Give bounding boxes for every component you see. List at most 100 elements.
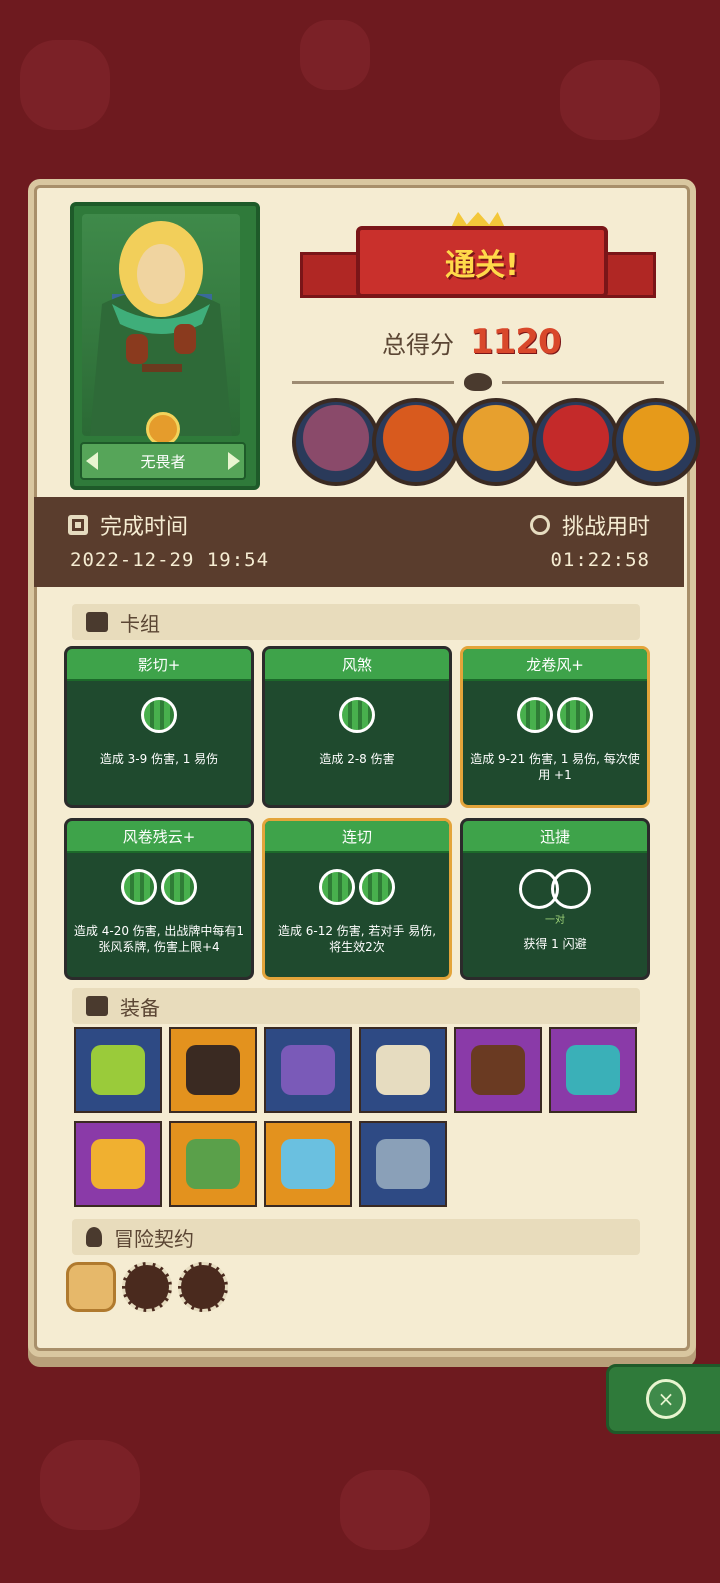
equipment-item[interactable] (264, 1027, 352, 1113)
duration-label: 挑战用时 (561, 515, 650, 540)
equipment-item[interactable] (264, 1121, 352, 1207)
equipment-title: 装备 (120, 995, 160, 1020)
deck-card[interactable]: 风煞造成 2-8 伤害 (262, 646, 452, 808)
equipment-item[interactable] (169, 1027, 257, 1113)
cards-icon (86, 612, 108, 632)
equipment-icon (376, 1139, 430, 1189)
deck-grid: 影切+ 造成 3-9 伤害, 1 易伤 风煞 造成 2-8 伤害 龙卷风+ 造成 9-21… (64, 646, 652, 980)
equipment-icon (471, 1045, 525, 1095)
card-title: 风卷残云+ (67, 821, 251, 853)
card-title: 龙卷风+ (463, 649, 647, 681)
equipment-item[interactable] (549, 1027, 637, 1113)
equipment-item[interactable] (169, 1121, 257, 1207)
equipment-item[interactable] (454, 1027, 542, 1113)
box-icon (86, 996, 108, 1016)
score-value: 1120 (470, 322, 562, 362)
equipment-item[interactable] (359, 1121, 447, 1207)
arrow-right-icon[interactable] (227, 452, 240, 470)
card-cost-orbs (67, 869, 251, 905)
bg-doodle (340, 1470, 430, 1550)
banner-title: 通关! (356, 226, 608, 298)
goblin-contract-icon[interactable] (178, 1262, 228, 1312)
card-description: 造成 2-8 伤害 (319, 752, 395, 766)
card-cost-orbs (463, 869, 647, 909)
card-subtitle: 一对 (545, 915, 565, 926)
boss-portrait-5 (612, 398, 700, 486)
close-button[interactable]: × (606, 1364, 720, 1434)
card-description: 造成 9-21 伤害, 1 易伤, 每次使用 +1 (470, 752, 640, 782)
card-description: 获得 1 闪避 (523, 937, 587, 951)
card-cost-orbs (67, 697, 251, 733)
wind-orb-icon (161, 869, 197, 905)
contracts-header: 冒险契约 (72, 1219, 640, 1255)
boss-portrait-1 (292, 398, 380, 486)
equipment-grid (74, 1027, 637, 1207)
hero-illustration (90, 221, 232, 436)
hero-card: 无畏者 (70, 202, 260, 490)
bg-doodle (40, 1440, 140, 1530)
ornament-divider (292, 372, 664, 392)
horned-helmet-icon (464, 373, 492, 391)
bg-doodle (560, 60, 660, 140)
bg-doodle (20, 40, 110, 130)
victory-banner: 通关! (300, 212, 656, 308)
scroll-contract-icon[interactable] (66, 1262, 116, 1312)
card-description: 造成 3-9 伤害, 1 易伤 (99, 752, 219, 766)
deck-header: 卡组 (72, 604, 640, 640)
deck-card[interactable]: 迅捷 一对 获得 1 闪避 (460, 818, 650, 980)
hero-portrait (82, 214, 240, 436)
boss-portrait-4 (532, 398, 620, 486)
card-cost-orbs (265, 869, 449, 905)
contracts-list (66, 1262, 228, 1312)
equipment-icon (281, 1139, 335, 1189)
empty-orb-icon (551, 869, 591, 909)
wind-orb-icon (121, 869, 157, 905)
boss-portrait-2 (372, 398, 460, 486)
finish-time-label-group: 完成时间 (68, 509, 188, 541)
wind-orb-icon (557, 697, 593, 733)
wind-orb-icon (141, 697, 177, 733)
duration-value: 01:22:58 (550, 549, 650, 571)
equipment-icon (91, 1139, 145, 1189)
deck-title: 卡组 (120, 611, 160, 636)
wind-orb-icon (517, 697, 553, 733)
card-cost-orbs (463, 697, 647, 733)
stopwatch-icon (529, 515, 550, 535)
card-title: 影切+ (67, 649, 251, 681)
finish-time-value: 2022-12-29 19:54 (70, 549, 270, 571)
deck-card[interactable]: 风卷残云+ 造成 4-20 伤害, 出战牌中每有1张风系牌, 伤害上限+4 (64, 818, 254, 980)
wind-orb-icon (319, 869, 355, 905)
divider-line (292, 380, 454, 384)
arrow-left-icon[interactable] (86, 452, 98, 470)
person-icon (86, 1227, 102, 1247)
card-cost-orbs (265, 697, 449, 733)
equipment-item[interactable] (74, 1121, 162, 1207)
score-label: 总得分 (382, 330, 454, 359)
defeated-bosses (292, 398, 700, 486)
card-description: 造成 4-20 伤害, 出战牌中每有1张风系牌, 伤害上限+4 (73, 924, 245, 954)
boss-portrait-3 (452, 398, 540, 486)
wind-orb-icon (339, 697, 375, 733)
finish-time-label: 完成时间 (100, 515, 189, 540)
deck-card[interactable]: 连切造成 6-12 伤害, 若对手 易伤, 将生效2次 (262, 818, 452, 980)
rank-medal-icon (146, 412, 180, 446)
hero-selector: 无畏者 (80, 442, 246, 480)
card-title: 连切 (265, 821, 449, 853)
equipment-item[interactable] (359, 1027, 447, 1113)
duration-label-group: 挑战用时 (529, 509, 650, 541)
equipment-icon (566, 1045, 620, 1095)
equipment-item[interactable] (74, 1027, 162, 1113)
equipment-icon (186, 1139, 240, 1189)
pipe-contract-icon[interactable] (122, 1262, 172, 1312)
equipment-icon (376, 1045, 430, 1095)
close-icon: × (646, 1379, 686, 1419)
card-description: 造成 6-12 伤害, 若对手 易伤, 将生效2次 (277, 924, 437, 954)
card-title: 风煞 (265, 649, 449, 681)
equipment-header: 装备 (72, 988, 640, 1024)
equipment-icon (281, 1045, 335, 1095)
stats-band: 完成时间 挑战用时 2022-12-29 19:54 01:22:58 (34, 497, 684, 587)
divider-line (502, 380, 664, 384)
deck-card[interactable]: 影切+ 造成 3-9 伤害, 1 易伤 (64, 646, 254, 808)
deck-card[interactable]: 龙卷风+ 造成 9-21 伤害, 1 易伤, 每次使用 +1 (460, 646, 650, 808)
contracts-title: 冒险契约 (114, 1226, 194, 1251)
